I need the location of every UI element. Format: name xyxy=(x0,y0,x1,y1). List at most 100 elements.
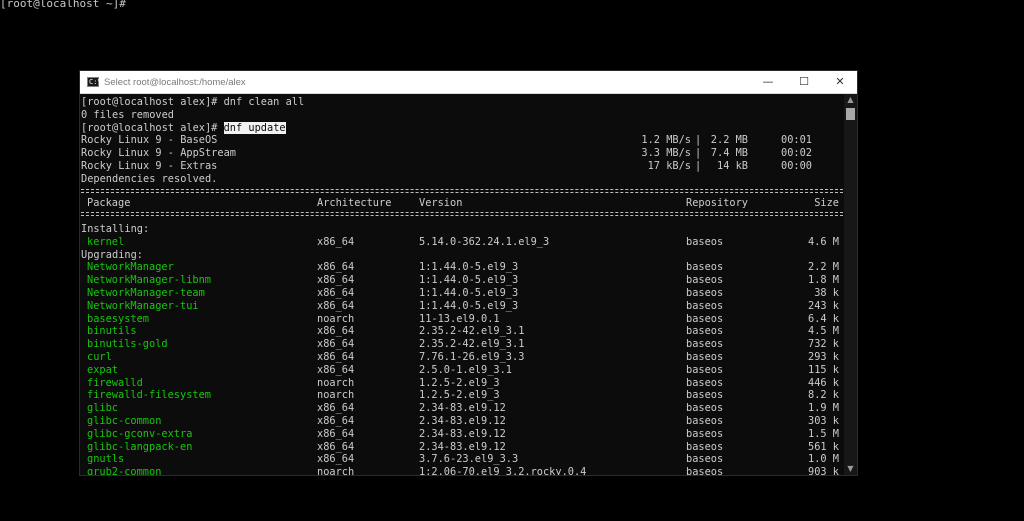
title-bar[interactable]: C:\ Select root@localhost:/home/alex — ☐… xyxy=(80,71,857,94)
package-version: 1.2.5-2.el9_3 xyxy=(419,376,500,389)
package-name: binutils-gold xyxy=(87,338,168,351)
package-arch: x86_64 xyxy=(317,351,355,363)
package-name: gnutls xyxy=(87,453,125,466)
package-arch: x86_64 xyxy=(317,235,355,248)
package-version: 11-13.el9.0.1 xyxy=(419,312,500,325)
package-repo: baseos xyxy=(686,453,724,466)
command-line-clean: [root@localhost alex]# dnf clean all xyxy=(81,96,305,108)
package-arch: x86_64 xyxy=(317,415,355,427)
maximize-button[interactable]: ☐ xyxy=(786,71,822,93)
package-repo: baseos xyxy=(686,287,724,299)
package-arch: x86_64 xyxy=(317,338,355,351)
repo-size: 7.4 MB xyxy=(710,147,748,160)
package-repo: baseos xyxy=(686,389,724,402)
package-version: 1:1.44.0-5.el9_3 xyxy=(419,261,519,274)
package-size: 8.2 k xyxy=(808,389,839,402)
package-size: 1.9 M xyxy=(808,402,839,415)
package-size: 115 k xyxy=(808,363,839,376)
package-arch: x86_64 xyxy=(317,274,355,287)
package-size: 243 k xyxy=(808,299,839,312)
package-size: 446 k xyxy=(808,376,839,389)
close-button[interactable]: ✕ xyxy=(822,71,857,93)
section-installing: Installing: xyxy=(81,223,150,235)
package-name: basesystem xyxy=(87,312,149,325)
repo-speed: 1.2 MB/s xyxy=(641,134,691,147)
scroll-up-arrow-icon[interactable]: ▲ xyxy=(844,95,857,105)
package-arch: noarch xyxy=(317,312,355,325)
terminal-output[interactable]: [root@localhost alex]# dnf clean all 0 f… xyxy=(80,96,844,476)
package-size: 561 k xyxy=(808,440,839,453)
repo-speed: 17 kB/s xyxy=(647,160,691,172)
package-arch: x86_64 xyxy=(317,402,355,415)
package-name: NetworkManager-team xyxy=(87,287,205,299)
header-package: Package xyxy=(87,197,131,209)
package-size: 1.8 M xyxy=(808,274,839,287)
package-name: glibc xyxy=(87,402,118,415)
package-arch: x86_64 xyxy=(317,325,355,338)
package-name: glibc-langpack-en xyxy=(87,440,193,453)
shell-prompt: [root@localhost alex]# xyxy=(81,121,224,134)
package-version: 1:1.44.0-5.el9_3 xyxy=(419,287,519,299)
package-version: 1:1.44.0-5.el9_3 xyxy=(419,299,519,312)
package-name: kernel xyxy=(87,235,125,248)
repo-time: 00:01 xyxy=(781,134,812,147)
package-size: 303 k xyxy=(808,415,839,427)
package-arch: x86_64 xyxy=(317,287,355,299)
repo-size: 14 kB xyxy=(717,160,748,172)
console-app-icon: C:\ xyxy=(87,77,102,87)
repo-speed: 3.3 MB/s xyxy=(641,147,691,160)
package-repo: baseos xyxy=(686,338,724,351)
package-name: NetworkManager-tui xyxy=(87,299,199,312)
package-size: 1.5 M xyxy=(808,427,839,440)
package-arch: x86_64 xyxy=(317,427,355,440)
header-architecture: Architecture xyxy=(317,197,392,209)
repo-name: Rocky Linux 9 - Extras xyxy=(81,160,218,172)
package-repo: baseos xyxy=(686,325,724,338)
package-version: 2.34-83.el9.12 xyxy=(419,427,506,440)
package-arch: noarch xyxy=(317,389,355,402)
package-repo: baseos xyxy=(686,261,724,274)
package-version: 1:2.06-70.el9_3.2.rocky.0.4 xyxy=(419,466,587,476)
package-version: 5.14.0-362.24.1.el9_3 xyxy=(419,235,550,248)
package-arch: x86_64 xyxy=(317,453,355,466)
package-size: 293 k xyxy=(808,351,839,363)
package-repo: baseos xyxy=(686,274,724,287)
package-name: glibc-common xyxy=(87,415,162,427)
package-repo: baseos xyxy=(686,235,724,248)
package-version: 3.7.6-23.el9_3.3 xyxy=(419,453,519,466)
package-name: firewalld xyxy=(87,376,143,389)
package-repo: baseos xyxy=(686,466,724,476)
package-name: glibc-gconv-extra xyxy=(87,427,193,440)
package-arch: x86_64 xyxy=(317,261,355,274)
package-repo: baseos xyxy=(686,376,724,389)
package-repo: baseos xyxy=(686,351,724,363)
scroll-thumb[interactable] xyxy=(846,108,855,120)
package-version: 7.76.1-26.el9_3.3 xyxy=(419,351,525,363)
vertical-scrollbar[interactable]: ▲ ▼ xyxy=(844,94,857,475)
package-version: 2.35.2-42.el9_3.1 xyxy=(419,325,525,338)
package-repo: baseos xyxy=(686,415,724,427)
terminal-window[interactable]: C:\ Select root@localhost:/home/alex — ☐… xyxy=(79,70,858,476)
package-repo: baseos xyxy=(686,440,724,453)
minimize-button[interactable]: — xyxy=(750,71,786,93)
package-name: expat xyxy=(87,363,118,376)
selected-command-text[interactable]: dnf update xyxy=(223,121,286,134)
dependencies-resolved: Dependencies resolved. xyxy=(81,172,218,185)
package-size: 1.0 M xyxy=(808,453,839,466)
section-upgrading: Upgrading: xyxy=(81,248,143,261)
table-header: Package Architecture Version Repository … xyxy=(81,197,839,210)
package-arch: x86_64 xyxy=(317,440,355,453)
package-repo: baseos xyxy=(686,299,724,312)
package-size: 903 k xyxy=(808,466,839,476)
package-name: NetworkManager xyxy=(87,261,174,274)
package-name: curl xyxy=(87,351,112,363)
package-name: firewalld-filesystem xyxy=(87,389,211,402)
repo-size: 2.2 MB xyxy=(710,134,748,147)
package-size: 38 k xyxy=(814,287,839,299)
background-shell-prompt: [root@localhost ~]# xyxy=(0,0,126,10)
repo-name: Rocky Linux 9 - BaseOS xyxy=(81,134,218,147)
scroll-down-arrow-icon[interactable]: ▼ xyxy=(844,464,857,474)
repo-name: Rocky Linux 9 - AppStream xyxy=(81,147,236,160)
package-arch: noarch xyxy=(317,376,355,389)
package-version: 2.34-83.el9.12 xyxy=(419,440,506,453)
